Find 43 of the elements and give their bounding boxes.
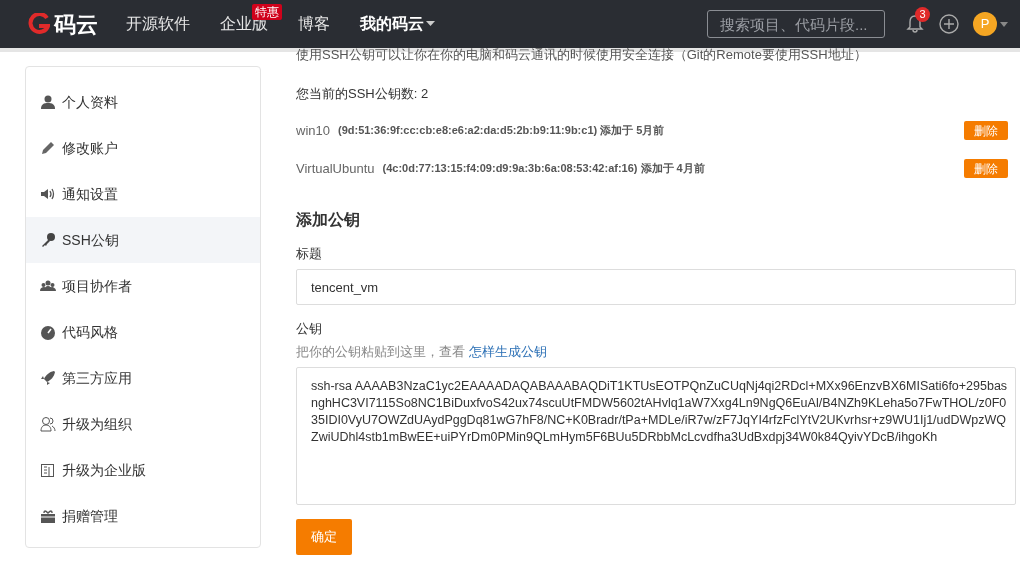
hint-text: 把你的公钥粘贴到这里，查看 怎样生成公钥 [296,342,548,361]
key-name: VirtualUbuntu [296,159,375,178]
sidebar-item[interactable]: 项目协作者 [26,263,260,309]
key-fingerprint: (4c:0d:77:13:15:f4:09:d9:9a:3b:6a:08:53:42:af:16) 添加于 4月前 [382,161,705,177]
caret-icon [1000,21,1008,27]
building-icon [40,462,56,478]
nav-link[interactable]: 博客 [298,12,330,36]
user-icon [40,416,56,432]
sidebar-item[interactable]: 升级为企业版 [26,447,260,493]
user-icon [40,94,56,110]
key-fingerprint: (9d:51:36:9f:cc:cb:e8:e6:a2:da:d5:2b:b9:11:9b:c1) 添加于 5月前 [337,123,665,139]
sidebar-item[interactable]: 通知设置 [26,171,260,217]
gauge-icon [40,324,56,340]
field-label: 公钥 [296,320,323,338]
notification-badge: 3 [915,7,930,22]
sidebar-item[interactable]: 捐赠管理 [26,493,260,539]
sidebar-item[interactable]: 个人资料 [26,79,260,125]
sidebar-item[interactable]: 第三方应用 [26,355,260,401]
key-textarea[interactable]: ssh-rsa AAAAB3NzaC1yc2EAAAADAQABAAABAQDiT1KTUsEOTPQnZuCUqNj4qi2RDcl+MXx96EnzvBX6MISati6fo+295basnghHC3VI7115So8NC1BiDuxfvoS42ux74scuUtFMDW5602tAHvlq1aW7Xxg4Ln9NgQ6EuAl/B4NZh9KLeha5o7FwTHOL/z0F035IDI0VyU7OWZdUAydPggDq81wG7hF8/NC+K0Bradr/tPa+MDLe/iR7w/zF7JqYI4rfzFclYtV2UKvrhsr+z9WU1Ij1/udDWpzWQZwiUDhl4stb1mBwEE+uiPYrDm0PMin9QLmHym5F6BUu5DRbbMcLcvdfha3UdBxdpj34W0k84QyivYDcB/ihgoKh [296,367,1016,505]
key-count-text: 您当前的SSH公钥数: 2 [296,85,430,103]
sidebar-item[interactable]: 升级为组织 [26,401,260,447]
gift-icon [40,508,56,524]
sidebar-item[interactable]: SSH公钥 [26,217,260,263]
search-field[interactable]: 搜索项目、代码片段... [707,10,885,38]
promo-badge: 特惠 [252,4,282,20]
key-icon [40,232,56,248]
intro-text: 使用SSH公钥可以让你在你的电脑和码云通讯的时候使用安全连接（Git的Remote要使用SSH地址） [296,46,868,64]
logo-text[interactable]: 码云 [54,7,98,41]
group-icon [40,278,56,294]
title-field[interactable]: tencent_vm [296,269,1016,305]
sidebar-item[interactable]: 代码风格 [26,309,260,355]
logo-icon [28,13,50,35]
section-heading: 添加公钥 [296,209,361,230]
help-link[interactable]: 怎样生成公钥 [468,343,547,359]
plus-icon[interactable] [939,14,959,34]
field-label: 标题 [296,244,323,263]
nav-link[interactable]: 我的码云 [360,12,435,36]
pencil-icon [40,140,56,156]
sidebar-item[interactable]: 修改账户 [26,125,260,171]
nav-link[interactable]: 开源软件 [126,12,190,36]
key-name: win10 [296,121,330,140]
caret-icon [426,21,435,27]
speaker-icon [40,186,56,202]
